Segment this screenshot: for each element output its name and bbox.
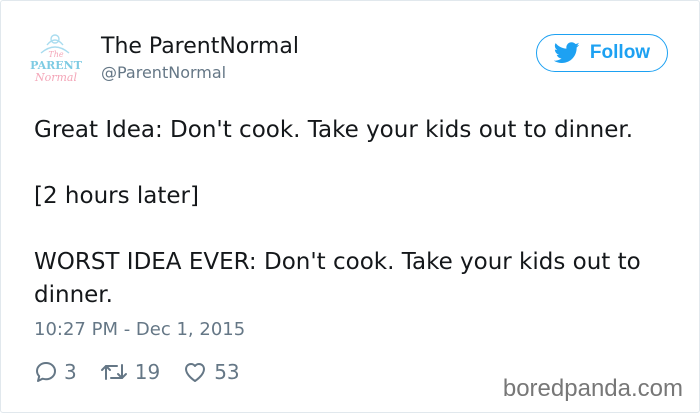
reply-button[interactable]: 3 [34, 360, 77, 384]
tweet-timestamp[interactable]: 10:27 PM - Dec 1, 2015 [34, 319, 245, 340]
reply-count: 3 [64, 360, 77, 384]
follow-label: Follow [589, 42, 651, 63]
reply-bubble-icon [36, 362, 56, 382]
follow-button[interactable]: Follow [536, 34, 668, 72]
watermark: boredpanda.com [502, 375, 683, 402]
like-count: 53 [214, 360, 240, 384]
logo-text-normal: Normal [34, 71, 77, 84]
retweet-button[interactable]: 19 [99, 360, 160, 384]
tweet-text: Great Idea: Don't cook. Take your kids o… [34, 114, 684, 312]
retweet-count: 19 [134, 360, 161, 384]
like-button[interactable]: 53 [182, 360, 240, 384]
tweet-text-line: [2 hours later] [34, 183, 199, 209]
retweet-icon [100, 364, 127, 380]
heart-icon [185, 363, 206, 382]
parentnormal-logo: The PARENT Normal [30, 34, 83, 84]
logo-text-the: The [48, 50, 63, 59]
avatar[interactable]: The PARENT Normal [25, 31, 87, 89]
author-display-name[interactable]: The ParentNormal [101, 34, 299, 59]
tweet-card: The PARENT Normal The ParentNormal @Pare… [0, 0, 700, 413]
tweet-text-line: WORST IDEA EVER: Don't cook. Take your k… [34, 249, 641, 308]
author-handle[interactable]: @ParentNormal [101, 63, 226, 82]
tweet-text-line: Great Idea: Don't cook. Take your kids o… [34, 117, 634, 143]
tweet-actions: 3 19 53 [34, 357, 262, 387]
twitter-bird-icon [553, 42, 580, 63]
